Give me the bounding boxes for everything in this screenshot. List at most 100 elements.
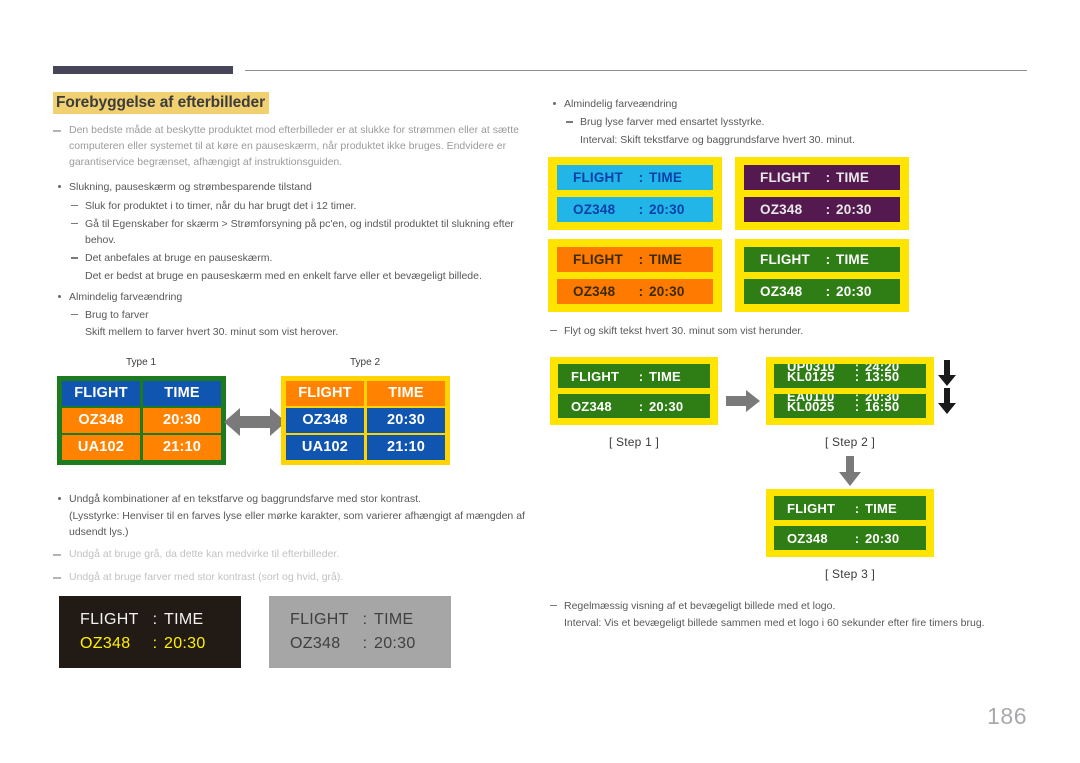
board-row: UA102 21:10 <box>286 434 445 460</box>
steps-figure: FLIGHT : TIME OZ348 : 20:30 UP0310 : 24:… <box>548 351 1028 581</box>
panel-flight-label: FLIGHT <box>571 368 620 384</box>
panel-line-value: OZ348 : 20:30 <box>80 635 220 653</box>
sub-item: Sluk for produktet i to timer, når du ha… <box>69 198 531 214</box>
board-cell-time: 20:30 <box>367 407 445 433</box>
panel-flight-value: OZ348 <box>80 635 131 653</box>
board-cell-flight-header: FLIGHT <box>286 380 364 406</box>
board-cell-time: 20:30 <box>143 407 221 433</box>
scroll-row: KL0125 : 13:50 <box>787 370 913 383</box>
sub-text: Brug to farver <box>85 309 149 322</box>
board-cell-flight: UA102 <box>62 434 140 460</box>
type1-board: FLIGHT TIME OZ348 20:30 UA102 21:10 <box>57 375 226 465</box>
panel-separator: : <box>638 283 644 299</box>
panel-flight-label: FLIGHT <box>80 611 139 629</box>
board-cell-flight: UA102 <box>286 434 364 460</box>
panel-time-value: 20:30 <box>649 398 684 414</box>
arrow-down-small-icon-1 <box>938 360 956 391</box>
sub-text-continued: Det er bedst at bruge en pauseskærm med … <box>85 269 482 282</box>
panel-separator: : <box>825 251 831 267</box>
color-sample-grid: FLIGHT : TIME OZ348 : 20:30 FLIGHT : TIM… <box>548 156 1028 312</box>
bullet-uniform-brightness: Almindelig farveændring Brug lyse farver… <box>548 96 1028 148</box>
double-arrow-horizontal-icon <box>224 404 286 445</box>
panel-time-label: TIME <box>836 251 870 267</box>
panel-time-label: TIME <box>649 368 681 384</box>
board-row: OZ348 20:30 <box>286 407 445 433</box>
panel-separator: : <box>825 283 831 299</box>
board-cell-time: 21:10 <box>143 434 221 460</box>
panel-flight-value: KL0125 <box>787 369 835 385</box>
panel-flight-value: OZ348 <box>290 635 341 653</box>
panel-separator: : <box>638 169 644 185</box>
note-avoid-high-contrast: Undgå at bruge farver med stor kontrast … <box>53 570 531 586</box>
sub-text: Gå til Egenskaber for skærm > Strømforsy… <box>85 217 514 247</box>
board-row: UA102 21:10 <box>62 434 221 460</box>
panel-separator: : <box>825 201 831 217</box>
panel-time-value: 20:30 <box>836 201 872 217</box>
sub-item: Det anbefales at bruge en pauseskærm. De… <box>69 250 531 284</box>
bullet-title: Almindelig farveændring <box>69 290 183 303</box>
panel-time-value: 20:30 <box>865 530 900 546</box>
bullet-power-saving-sublist: Sluk for produktet i to timer, når du ha… <box>69 198 531 284</box>
board-row: FLIGHT TIME <box>62 380 221 406</box>
arrow-down-small-icon-2 <box>938 388 956 419</box>
bullet-title: Slukning, pauseskærm og strømbesparende … <box>69 181 312 194</box>
panel-time-label: TIME <box>164 611 204 629</box>
panel-separator: : <box>854 500 860 516</box>
board-cell-time-header: TIME <box>367 380 445 406</box>
panel-flight-value: OZ348 <box>573 201 616 217</box>
panel-flight-value: OZ348 <box>571 398 612 414</box>
right-column: Almindelig farveændring Brug lyse farver… <box>548 96 1028 632</box>
step3-caption: [ Step 3 ] <box>824 567 876 582</box>
left-bullet-list: Slukning, pauseskærm og strømbesparende … <box>53 179 531 340</box>
panel-line-value: OZ348 : 20:30 <box>557 278 713 304</box>
move-note-list: Flyt og skift tekst hvert 30. minut som … <box>548 323 1028 339</box>
header-accent-bar <box>53 66 233 74</box>
bullet-title: Undgå kombinationer af en tekstfarve og … <box>69 492 421 505</box>
panel-time-label: TIME <box>865 500 897 516</box>
board-cell-flight: OZ348 <box>286 407 364 433</box>
panel-line-header: FLIGHT : TIME <box>744 164 900 190</box>
panel-separator: : <box>152 611 158 629</box>
panel-flight-value: OZ348 <box>760 283 803 299</box>
contrast-panels-figure: FLIGHT : TIME OZ348 : 20:30 FLIGHT : TIM… <box>53 596 531 676</box>
left-column: Forebyggelse af efterbilleder Den bedste… <box>53 92 531 676</box>
panel-flight-value: OZ348 <box>760 201 803 217</box>
panel-time-value: 16:50 <box>865 399 900 415</box>
panel-flight-label: FLIGHT <box>573 169 623 185</box>
panel-line-header: FLIGHT : TIME <box>290 611 430 629</box>
panel-line-value: OZ348 : 20:30 <box>558 394 710 419</box>
bullet-title: Almindelig farveændring <box>564 98 678 110</box>
sub-text-continued: Interval: Vis et bevægeligt billede samm… <box>564 617 985 630</box>
contrast-panel-black: FLIGHT : TIME OZ348 : 20:30 <box>59 596 241 669</box>
panel-time-label: TIME <box>836 169 870 185</box>
board-row: FLIGHT TIME <box>286 380 445 406</box>
panel-separator: : <box>638 368 644 384</box>
step1-caption: [ Step 1 ] <box>608 435 660 450</box>
sub-item: Gå til Egenskaber for skærm > Strømforsy… <box>69 216 531 249</box>
board-cell-time: 21:10 <box>367 434 445 460</box>
step3-board: FLIGHT : TIME OZ348 : 20:30 <box>766 489 934 558</box>
type2-board: FLIGHT TIME OZ348 20:30 UA102 21:10 <box>281 375 450 465</box>
header-divider-line <box>245 70 1027 71</box>
panel-time-label: TIME <box>649 251 683 267</box>
type-comparison-figure: Type 1 Type 2 FLIGHT TIME OZ348 20:30 UA… <box>53 357 531 477</box>
panel-flight-label: FLIGHT <box>787 500 836 516</box>
board-cell-time-header: TIME <box>143 380 221 406</box>
panel-line-header: FLIGHT : TIME <box>558 364 710 389</box>
panel-separator: : <box>638 201 644 217</box>
panel-separator: : <box>638 251 644 267</box>
panel-separator: : <box>854 399 860 415</box>
sub-text: Regelmæssig visning af et bevægeligt bil… <box>564 600 836 613</box>
panel-separator: : <box>854 530 860 546</box>
panel-line-header: FLIGHT : TIME <box>557 164 713 190</box>
step2-board: UP0310 : 24:20 KL0125 : 13:50 EA0110 : 2… <box>766 357 934 426</box>
sub-item: Flyt og skift tekst hvert 30. minut som … <box>548 323 1028 339</box>
panel-line-value: OZ348 : 20:30 <box>744 196 900 222</box>
panel-line-header: FLIGHT : TIME <box>774 496 926 521</box>
arrow-down-large-icon <box>839 456 861 491</box>
sub-text-continued: Skift mellem to farver hvert 30. minut s… <box>85 326 339 339</box>
panel-time-value: 13:50 <box>865 369 900 385</box>
sub-text-continued: Interval: Skift tekstfarve og baggrundsf… <box>580 133 855 146</box>
color-panel-purple: FLIGHT : TIME OZ348 : 20:30 <box>735 156 909 230</box>
step2-caption: [ Step 2 ] <box>824 435 876 450</box>
